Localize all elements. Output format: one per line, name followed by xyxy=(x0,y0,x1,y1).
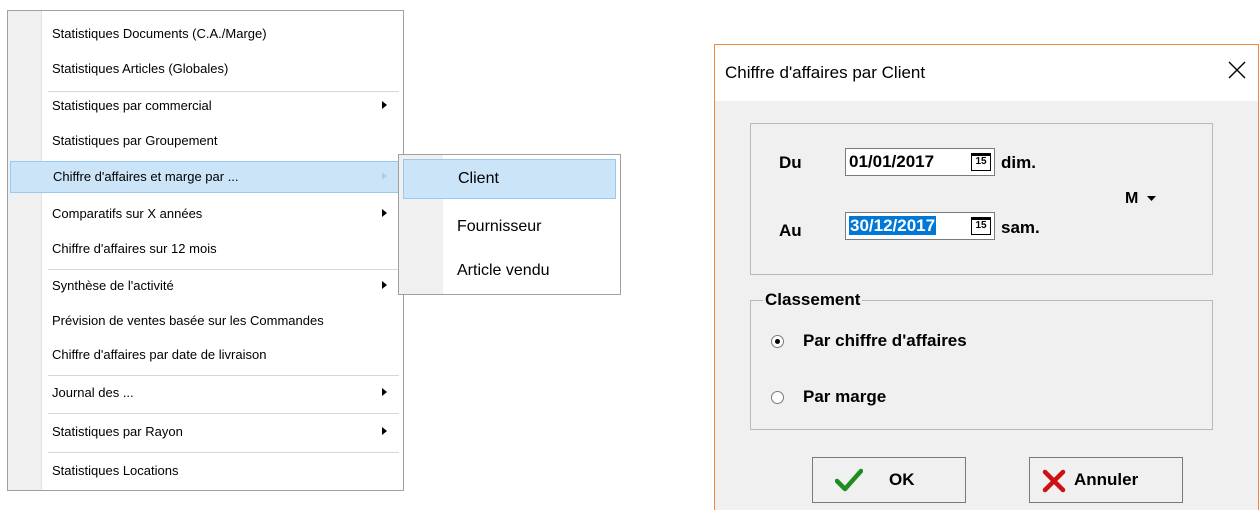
dialog-titlebar: Chiffre d'affaires par Client xyxy=(715,45,1258,101)
context-menu: Statistiques Documents (C.A./Marge) Stat… xyxy=(7,10,404,491)
from-day-label: dim. xyxy=(1001,153,1036,172)
radio-label: Par marge xyxy=(803,387,887,406)
menu-item-label: Statistiques par Rayon xyxy=(52,424,183,439)
menu-separator xyxy=(48,375,399,376)
submenu-item-label: Fournisseur xyxy=(457,218,542,235)
submenu-arrow-icon xyxy=(382,172,387,180)
menu-item-label: Statistiques Locations xyxy=(52,463,179,478)
menu-item-comparatifs[interactable]: Comparatifs sur X années xyxy=(10,198,401,230)
x-icon xyxy=(1042,469,1066,493)
menu-item-label: Prévision de ventes basée sur les Comman… xyxy=(52,313,324,328)
radio-button[interactable] xyxy=(771,335,784,348)
period-menu-label: M xyxy=(1125,190,1139,207)
ok-button-label: OK xyxy=(889,470,915,489)
submenu-item-label: Client xyxy=(458,170,499,187)
menu-item-label: Statistiques Articles (Globales) xyxy=(52,61,229,76)
submenu: Client Fournisseur Article vendu xyxy=(398,154,621,295)
menu-separator xyxy=(48,452,399,453)
from-date-label: Du xyxy=(779,153,802,172)
menu-item-prevision-ventes[interactable]: Prévision de ventes basée sur les Comman… xyxy=(10,305,401,337)
submenu-arrow-icon xyxy=(382,388,387,396)
submenu-arrow-icon xyxy=(382,101,387,109)
cancel-button[interactable]: Annuler xyxy=(1029,457,1183,503)
radio-label: Par chiffre d'affaires xyxy=(803,331,967,350)
menu-item-ca-date-livraison[interactable]: Chiffre d'affaires par date de livraison xyxy=(10,339,401,371)
submenu-arrow-icon xyxy=(382,427,387,435)
ok-button[interactable]: OK xyxy=(812,457,966,503)
from-date-field[interactable]: 01/01/2017 15 xyxy=(845,148,995,176)
submenu-item-fournisseur[interactable]: Fournisseur xyxy=(403,207,616,247)
submenu-arrow-icon xyxy=(382,209,387,217)
menu-item-label: Chiffre d'affaires et marge par ... xyxy=(53,169,239,184)
submenu-item-article-vendu[interactable]: Article vendu xyxy=(403,251,616,291)
menu-item-chiffre-affaires-marge[interactable]: Chiffre d'affaires et marge par ... xyxy=(10,161,401,193)
classement-title: Classement xyxy=(763,290,863,310)
radio-par-chiffre-affaires[interactable]: Par chiffre d'affaires xyxy=(767,331,1067,353)
dropdown-arrow-icon xyxy=(1146,195,1156,201)
to-date-label: Au xyxy=(779,221,802,240)
cancel-button-label: Annuler xyxy=(1074,470,1139,489)
calendar-icon[interactable]: 15 xyxy=(971,217,991,235)
radio-par-marge[interactable]: Par marge xyxy=(767,387,1067,409)
menu-item-label: Statistiques Documents (C.A./Marge) xyxy=(52,26,267,41)
period-menu-button[interactable]: M xyxy=(1125,190,1156,208)
menu-separator xyxy=(48,413,399,414)
classement-group: Classement Par chiffre d'affaires Par ma… xyxy=(750,290,1213,430)
submenu-arrow-icon xyxy=(382,281,387,289)
menu-item-statistiques-groupement[interactable]: Statistiques par Groupement xyxy=(10,125,401,157)
radio-button[interactable] xyxy=(771,391,784,404)
date-range-group: Du 01/01/2017 15 dim. Au 30/12/2017 15 s… xyxy=(750,123,1213,275)
calendar-icon[interactable]: 15 xyxy=(971,153,991,171)
menu-item-label: Statistiques par Groupement xyxy=(52,133,218,148)
menu-item-label: Statistiques par commercial xyxy=(52,98,212,113)
close-icon[interactable] xyxy=(1226,59,1248,81)
menu-item-label: Synthèse de l'activité xyxy=(52,278,174,293)
from-date-value: 01/01/2017 xyxy=(849,152,935,171)
submenu-item-client[interactable]: Client xyxy=(403,159,616,199)
check-icon xyxy=(835,468,863,492)
to-day-label: sam. xyxy=(1001,218,1040,237)
menu-item-journal-des[interactable]: Journal des ... xyxy=(10,377,401,409)
to-date-value: 30/12/2017 xyxy=(849,216,937,235)
dialog-ca-par-client: Chiffre d'affaires par Client Du 01/01/2… xyxy=(714,44,1259,510)
menu-item-ca-12-mois[interactable]: Chiffre d'affaires sur 12 mois xyxy=(10,233,401,265)
to-date-field[interactable]: 30/12/2017 15 xyxy=(845,212,995,240)
menu-item-label: Chiffre d'affaires sur 12 mois xyxy=(52,241,217,256)
menu-item-statistiques-rayon[interactable]: Statistiques par Rayon xyxy=(10,416,401,448)
menu-item-label: Comparatifs sur X années xyxy=(52,206,203,221)
menu-item-label: Chiffre d'affaires par date de livraison xyxy=(52,347,267,362)
menu-item-statistiques-commercial[interactable]: Statistiques par commercial xyxy=(10,90,401,122)
menu-item-statistiques-articles[interactable]: Statistiques Articles (Globales) xyxy=(10,53,401,85)
submenu-item-label: Article vendu xyxy=(457,262,550,279)
dialog-title: Chiffre d'affaires par Client xyxy=(725,63,926,82)
menu-item-label: Journal des ... xyxy=(52,385,134,400)
menu-item-statistiques-locations[interactable]: Statistiques Locations xyxy=(10,455,401,487)
menu-item-statistiques-documents[interactable]: Statistiques Documents (C.A./Marge) xyxy=(10,18,401,50)
menu-item-synthese-activite[interactable]: Synthèse de l'activité xyxy=(10,270,401,302)
